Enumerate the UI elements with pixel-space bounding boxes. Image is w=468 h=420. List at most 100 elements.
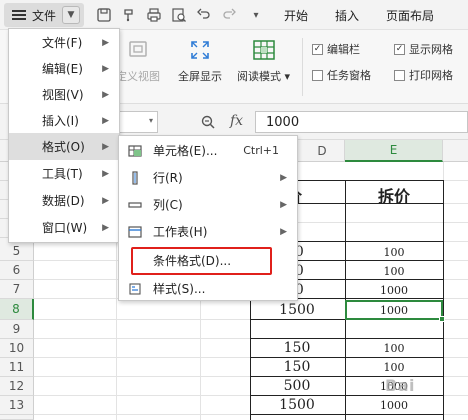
checkbox-print-grid[interactable]: 打印网格: [394, 67, 453, 83]
highlight-annotation-box: [131, 247, 272, 275]
checkbox-formula-bar-label: 编辑栏: [327, 43, 360, 56]
checkbox-checked-icon: ✓: [394, 43, 405, 55]
fill-handle[interactable]: [439, 316, 445, 322]
row-header-9[interactable]: 9: [0, 320, 34, 339]
row-header-11[interactable]: 11: [0, 358, 34, 377]
print-icon[interactable]: [145, 6, 163, 24]
table-cell[interactable]: 1000: [346, 399, 442, 412]
menu-item-edit[interactable]: 编辑(E) ▶: [9, 55, 119, 82]
menu-item-row[interactable]: 行(R) ▶: [119, 164, 297, 191]
checkbox-task-pane[interactable]: 任务窗格: [312, 67, 371, 83]
tab-insert[interactable]: 插入: [335, 7, 359, 24]
table-cell[interactable]: 100: [346, 342, 442, 355]
cell-format-icon: [127, 143, 143, 159]
column-header-e[interactable]: E: [345, 140, 443, 162]
custom-view-icon: [124, 36, 152, 64]
menu-item-insert[interactable]: 插入(I) ▶: [9, 107, 119, 134]
formula-input[interactable]: 1000: [255, 111, 468, 133]
undo-icon[interactable]: [195, 6, 213, 24]
ribbon-divider: [302, 38, 303, 96]
submenu-arrow-icon: ▶: [102, 222, 109, 233]
row-header-12[interactable]: 12: [0, 377, 34, 396]
checkbox-show-grid[interactable]: ✓ 显示网格: [394, 41, 453, 57]
submenu-arrow-icon: ▶: [102, 195, 109, 206]
table-cell[interactable]: 1000: [346, 284, 442, 297]
submenu-arrow-icon: ▶: [102, 141, 109, 152]
custom-view-label: 定义视图: [116, 70, 160, 83]
row-header-8[interactable]: 8: [0, 299, 34, 320]
fx-icon[interactable]: fx: [230, 113, 243, 129]
table-border: [250, 414, 444, 415]
sheet-icon: [127, 224, 143, 240]
table-cell[interactable]: 500: [250, 378, 344, 394]
row-header-5[interactable]: 5: [0, 242, 34, 261]
file-dropdown-menu: 文件(F) ▶ 编辑(E) ▶ 视图(V) ▶ 插入(I) ▶ 格式(O) ▶ 工具(T)…: [8, 28, 120, 243]
format-painter-icon[interactable]: [120, 6, 138, 24]
reading-mode-button[interactable]: 阅读模式 ▾: [237, 36, 290, 84]
checkbox-unchecked-icon: [394, 69, 405, 81]
menu-item-window[interactable]: 窗口(W) ▶: [9, 214, 119, 241]
quick-access-dropdown-icon[interactable]: ▾: [247, 6, 265, 24]
menu-item-file[interactable]: 文件(F) ▶: [9, 29, 119, 56]
menu-item-data[interactable]: 数据(D) ▶: [9, 187, 119, 214]
row-header-10[interactable]: 10: [0, 339, 34, 358]
table-cell[interactable]: 100: [346, 265, 442, 278]
menu-item-cell-format[interactable]: 单元格(E)... Ctrl+1: [119, 137, 297, 164]
menu-item-column[interactable]: 列(C) ▶: [119, 191, 297, 218]
style-icon: [127, 281, 143, 297]
name-box[interactable]: ▾: [118, 111, 158, 133]
fullscreen-label: 全屏显示: [178, 70, 222, 83]
column-icon: [127, 197, 143, 213]
row-header-13[interactable]: 13: [0, 396, 34, 415]
chevron-down-icon[interactable]: ▼: [62, 6, 81, 24]
fullscreen-icon: [186, 36, 214, 64]
checkbox-checked-icon: ✓: [312, 43, 323, 55]
table-cell[interactable]: 150: [250, 359, 344, 375]
fullscreen-button[interactable]: 全屏显示: [178, 36, 222, 84]
tab-home[interactable]: 开始: [284, 7, 308, 24]
table-cell[interactable]: 150: [250, 340, 344, 356]
table-cell[interactable]: 1500: [250, 302, 344, 318]
row-header-7[interactable]: 7: [0, 280, 34, 299]
reading-mode-icon: [250, 36, 278, 64]
file-menu-label: 文件: [32, 8, 57, 23]
tab-page-layout[interactable]: 页面布局: [386, 7, 434, 24]
column-header-f[interactable]: [443, 140, 468, 162]
submenu-arrow-icon: ▶: [102, 63, 109, 74]
table-cell[interactable]: 100: [346, 246, 442, 259]
submenu-arrow-icon: ▶: [102, 115, 109, 126]
menu-item-tools[interactable]: 工具(T) ▶: [9, 160, 119, 187]
menu-item-format[interactable]: 格式(O) ▶: [9, 133, 119, 160]
selected-cell-outline: [345, 300, 443, 320]
table-border: [250, 395, 444, 396]
name-box-dropdown-icon[interactable]: ▾: [149, 116, 153, 125]
menu-item-sheet[interactable]: 工作表(H) ▶: [119, 218, 297, 245]
menu-item-view[interactable]: 视图(V) ▶: [9, 81, 119, 108]
checkbox-print-grid-label: 打印网格: [409, 69, 453, 82]
checkbox-formula-bar[interactable]: ✓ 编辑栏: [312, 41, 360, 57]
row-header-14[interactable]: [0, 415, 34, 420]
save-icon[interactable]: [95, 6, 113, 24]
menu-item-style[interactable]: 样式(S)...: [119, 275, 297, 302]
table-header-split-price[interactable]: 拆价: [346, 183, 442, 207]
submenu-arrow-icon: ▶: [102, 89, 109, 100]
table-border: [443, 180, 444, 420]
table-cell[interactable]: 1500: [250, 397, 344, 413]
redo-icon[interactable]: [220, 6, 238, 24]
zoom-search-icon[interactable]: [200, 114, 216, 134]
reading-mode-label: 阅读模式 ▾: [237, 70, 291, 83]
hamburger-icon: [12, 8, 26, 22]
watermark: Bai: [385, 376, 415, 395]
print-preview-icon[interactable]: [170, 6, 188, 24]
custom-view-button[interactable]: 定义视图: [116, 36, 160, 84]
submenu-arrow-icon: ▶: [280, 226, 287, 237]
file-menu-button[interactable]: 文件 ▼: [4, 3, 84, 27]
submenu-arrow-icon: ▶: [102, 37, 109, 48]
table-border: [250, 338, 444, 339]
table-cell[interactable]: 100: [346, 361, 442, 374]
row-header-6[interactable]: 6: [0, 261, 34, 280]
format-submenu: 单元格(E)... Ctrl+1 行(R) ▶ 列(C) ▶ 工作表(H) ▶ …: [118, 135, 298, 301]
checkbox-show-grid-label: 显示网格: [409, 43, 453, 56]
submenu-arrow-icon: ▶: [102, 168, 109, 179]
checkbox-task-pane-label: 任务窗格: [327, 69, 371, 82]
